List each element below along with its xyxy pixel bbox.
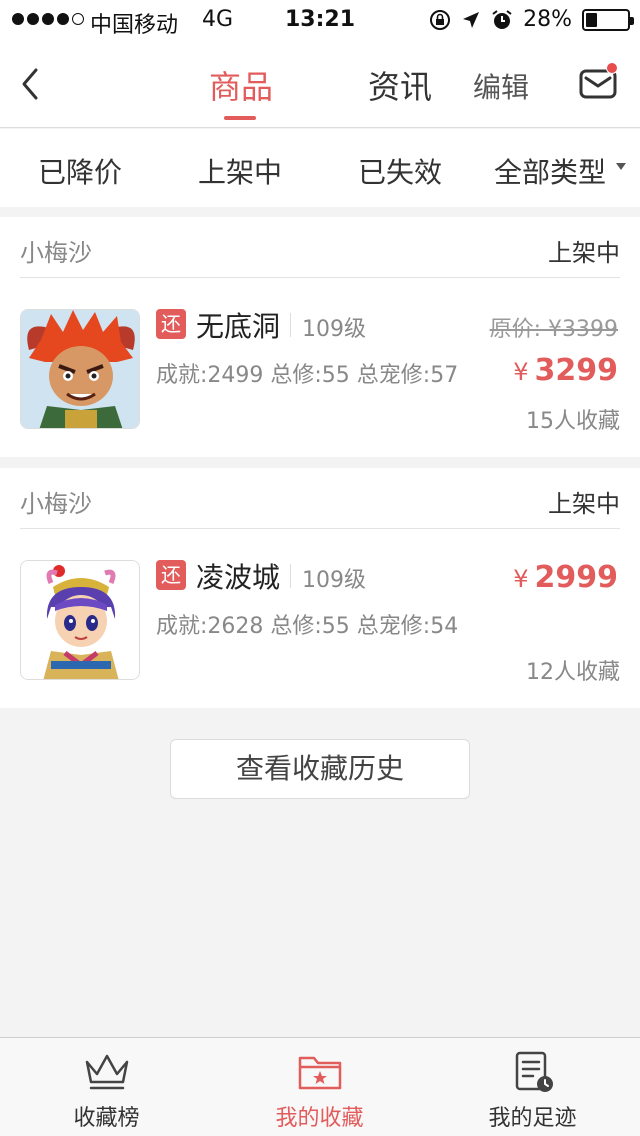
tab-label: 我的收藏	[275, 1106, 364, 1131]
filter-expired[interactable]: 已失效	[358, 151, 442, 191]
seller-name: 小梅沙	[20, 239, 92, 267]
character-stats: 成就:2499 总修:55 总宠修:57	[156, 363, 459, 388]
original-price: 原价: ¥3399	[489, 317, 618, 342]
character-avatar	[20, 309, 140, 429]
filter-all-types[interactable]: 全部类型	[494, 151, 606, 191]
divider	[20, 277, 620, 278]
history-list-icon	[515, 1051, 553, 1092]
filter-on-sale[interactable]: 上架中	[198, 151, 282, 191]
rotation-lock-icon	[430, 9, 451, 30]
character-stats: 成就:2628 总修:55 总宠修:54	[156, 614, 459, 639]
tab-my-favorites[interactable]: 我的收藏	[213, 1038, 426, 1136]
current-price: ¥3299	[513, 353, 618, 388]
tab-favorites-ranking[interactable]: 收藏榜	[0, 1038, 213, 1136]
listing-status: 上架中	[548, 239, 620, 267]
edit-button[interactable]: 编辑	[473, 66, 529, 106]
folder-star-icon	[298, 1056, 341, 1090]
current-price: ¥2999	[513, 560, 618, 595]
listing-status: 上架中	[548, 490, 620, 518]
navigation-bar: 商品 资讯 编辑	[0, 40, 640, 128]
chevron-left-icon[interactable]	[16, 64, 46, 104]
return-tag: 还	[156, 309, 186, 339]
favorite-count: 12人收藏	[526, 660, 620, 685]
location-arrow-icon	[463, 11, 480, 28]
price-value: 3299	[534, 353, 619, 388]
tab-my-footprints[interactable]: 我的足迹	[426, 1038, 639, 1136]
seller-name: 小梅沙	[20, 490, 92, 518]
tab-goods[interactable]: 商品	[209, 62, 273, 108]
bottom-tab-bar: 收藏榜 我的收藏 我的足迹	[0, 1037, 640, 1136]
notification-dot	[606, 62, 618, 74]
separator	[290, 313, 291, 337]
divider	[20, 528, 620, 529]
filter-price-dropped[interactable]: 已降价	[38, 151, 122, 191]
alarm-icon	[492, 9, 512, 29]
character-level: 109级	[302, 317, 366, 342]
currency-symbol: ¥	[513, 358, 529, 386]
list-item[interactable]: 小梅沙 上架中 还 凌波城 109级 成就:2628 总修:55 总宠修:54 …	[0, 468, 640, 708]
battery-icon	[582, 8, 634, 31]
currency-symbol: ¥	[513, 565, 529, 593]
view-history-button[interactable]: 查看收藏历史	[170, 739, 470, 799]
list-item[interactable]: 小梅沙 上架中 还 无底洞 109级 成就:2499 总修:55 总宠修:57 …	[0, 217, 640, 457]
server-name: 凌波城	[196, 561, 281, 594]
battery-percent: 28%	[523, 7, 572, 32]
active-tab-indicator	[224, 116, 256, 120]
return-tag: 还	[156, 560, 186, 590]
separator	[290, 564, 291, 588]
tab-label: 收藏榜	[73, 1106, 140, 1131]
filter-bar: 已降价 上架中 已失效 全部类型	[0, 129, 640, 207]
tab-news[interactable]: 资讯	[368, 62, 432, 108]
character-avatar	[20, 560, 140, 680]
caret-down-icon	[616, 163, 626, 170]
crown-icon	[85, 1054, 128, 1090]
tab-label: 我的足迹	[488, 1106, 577, 1131]
server-name: 无底洞	[196, 310, 281, 343]
favorite-count: 15人收藏	[526, 409, 620, 434]
character-level: 109级	[302, 568, 366, 593]
price-value: 2999	[534, 560, 619, 595]
status-right: 28%	[429, 7, 634, 32]
status-bar: 中国移动 4G 13:21 28%	[0, 0, 640, 40]
